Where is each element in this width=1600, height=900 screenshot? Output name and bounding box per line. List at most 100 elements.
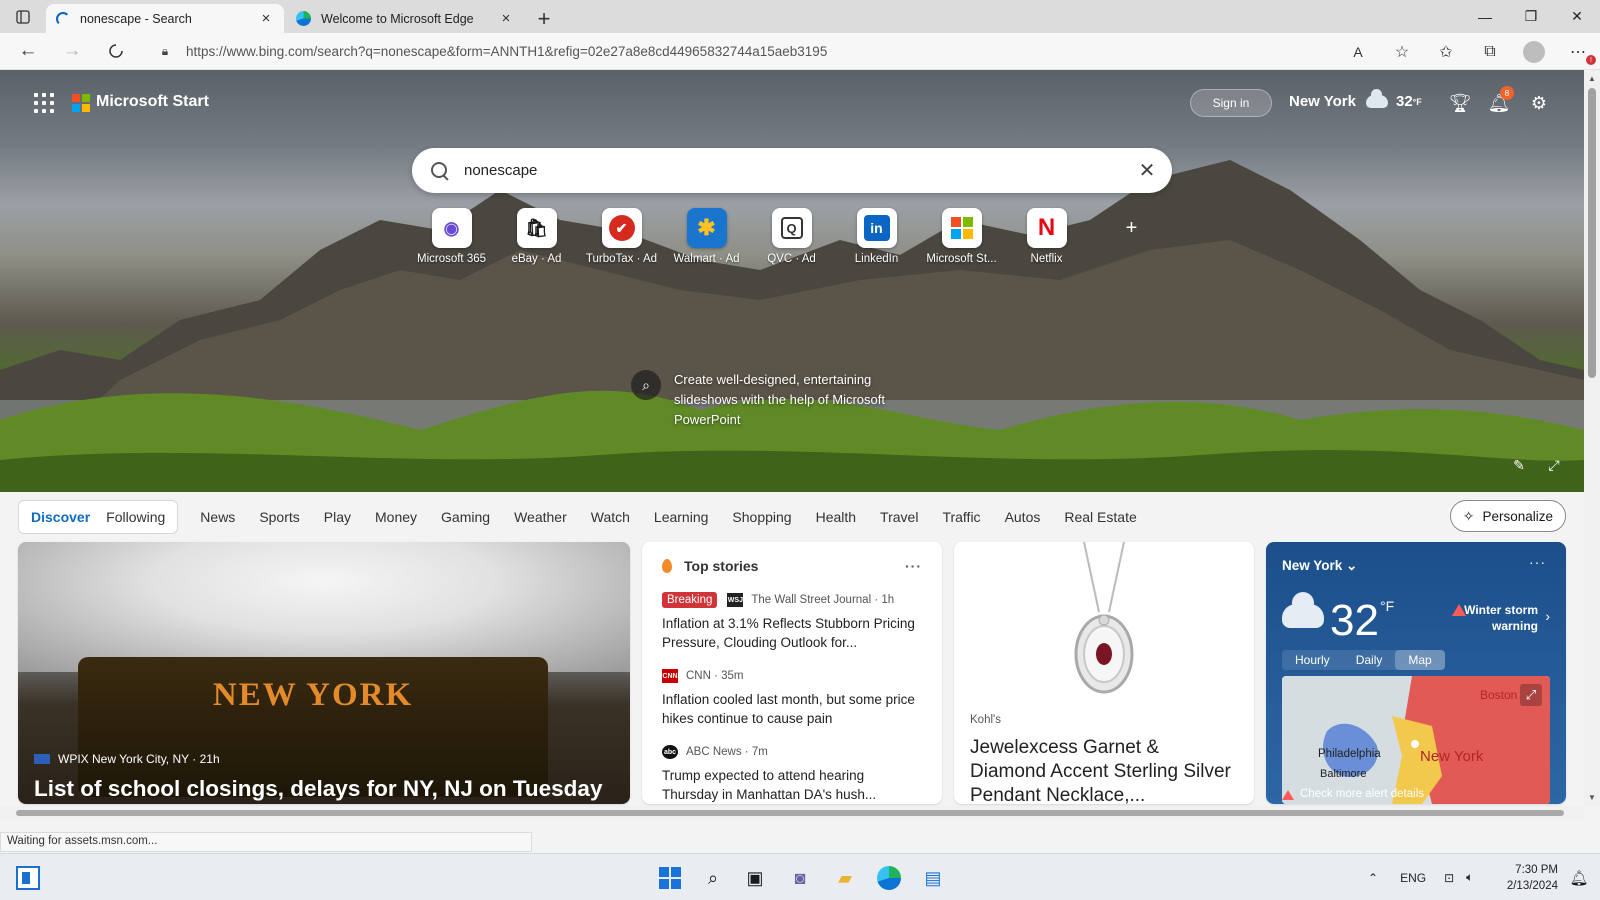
forward-button[interactable]: → bbox=[50, 33, 94, 70]
quicklink-linkedin[interactable]: in LinkedIn bbox=[834, 208, 919, 265]
nav-money[interactable]: Money bbox=[363, 509, 429, 525]
search-query[interactable]: nonescape bbox=[464, 162, 1122, 179]
network-icon[interactable]: ⊡ bbox=[1444, 871, 1454, 885]
settings-more-icon[interactable]: ⋯! bbox=[1556, 33, 1600, 70]
show-hidden-icons-chevron-icon[interactable]: ⌃ bbox=[1368, 871, 1378, 885]
edit-background-icon[interactable]: ✎ bbox=[1510, 456, 1528, 474]
nav-watch[interactable]: Watch bbox=[579, 509, 642, 525]
hero-news-card[interactable]: NEW YORK WPIX New York City, NY · 21h Li… bbox=[18, 542, 630, 804]
restore-button[interactable]: ❐ bbox=[1508, 0, 1554, 33]
minimize-button[interactable]: — bbox=[1462, 0, 1508, 33]
favorites-icon[interactable]: ✩ bbox=[1424, 33, 1468, 70]
close-window-button[interactable]: ✕ bbox=[1554, 0, 1600, 33]
personalize-button[interactable]: ✧ Personalize bbox=[1449, 500, 1566, 532]
teams-chat-icon[interactable]: ◙ bbox=[787, 865, 813, 891]
article-title[interactable]: List of school closings, delays for NY, … bbox=[34, 776, 602, 802]
widgets-icon[interactable] bbox=[16, 866, 40, 890]
story-title[interactable]: Inflation at 3.1% Reflects Stubborn Pric… bbox=[662, 614, 922, 652]
nav-shopping[interactable]: Shopping bbox=[720, 509, 803, 525]
horizontal-scrollbar[interactable] bbox=[0, 806, 1584, 820]
scrollbar-thumb[interactable] bbox=[1588, 88, 1596, 378]
tab-actions-button[interactable] bbox=[0, 0, 46, 33]
add-favorite-icon[interactable]: ☆ bbox=[1380, 33, 1424, 70]
close-tab-icon[interactable]: × bbox=[258, 10, 274, 27]
task-view-icon[interactable]: ▣ bbox=[742, 865, 768, 891]
url-text[interactable]: https://www.bing.com/search?q=nonescape&… bbox=[186, 44, 827, 59]
file-explorer-icon[interactable]: ▰ bbox=[832, 865, 858, 891]
quicklink-walmart[interactable]: ✱ Walmart · Ad bbox=[664, 208, 749, 265]
header-weather[interactable]: New York 32 °F bbox=[1289, 89, 1422, 110]
nav-travel[interactable]: Travel bbox=[868, 509, 930, 525]
tab-map[interactable]: Map bbox=[1395, 650, 1445, 670]
nav-health[interactable]: Health bbox=[804, 509, 868, 525]
add-quicklink-button[interactable]: + bbox=[1089, 208, 1174, 265]
tab-discover[interactable]: Discover bbox=[23, 501, 98, 533]
clear-search-icon[interactable]: ✕ bbox=[1122, 158, 1172, 183]
story-title[interactable]: Inflation cooled last month, but some pr… bbox=[662, 690, 922, 728]
nav-learning[interactable]: Learning bbox=[642, 509, 721, 525]
new-tab-button[interactable]: + bbox=[526, 4, 562, 33]
lock-icon[interactable]: 🔒︎ bbox=[150, 44, 180, 59]
tab-welcome[interactable]: Welcome to Microsoft Edge × bbox=[286, 4, 524, 33]
notification-center-icon[interactable]: 🔔︎ bbox=[1566, 865, 1592, 891]
scroll-down-icon[interactable]: ▼ bbox=[1588, 793, 1596, 802]
story-title[interactable]: Trump expected to attend hearing Thursda… bbox=[662, 766, 922, 804]
profile-avatar[interactable] bbox=[1523, 40, 1545, 63]
tab-following[interactable]: Following bbox=[98, 501, 173, 533]
weather-map[interactable]: Boston Philadelphia Baltimore New York ⤢ bbox=[1282, 676, 1550, 804]
scrollbar-thumb[interactable] bbox=[16, 810, 1564, 816]
nav-real-estate[interactable]: Real Estate bbox=[1052, 509, 1148, 525]
nav-traffic[interactable]: Traffic bbox=[930, 509, 992, 525]
expand-map-icon[interactable]: ⤢ bbox=[1520, 684, 1542, 706]
quicklink-turbotax[interactable]: ✔ TurboTax · Ad bbox=[579, 208, 664, 265]
back-button[interactable]: ← bbox=[6, 33, 50, 70]
collections-icon[interactable]: ⧉ bbox=[1468, 33, 1512, 70]
store-icon[interactable]: ▤ bbox=[920, 865, 946, 891]
quicklink-microsoft-365[interactable]: ◉ Microsoft 365 bbox=[409, 208, 494, 265]
weather-location-dropdown[interactable]: New York ⌄ bbox=[1282, 558, 1357, 574]
language-indicator[interactable]: ENG bbox=[1400, 871, 1426, 885]
nav-gaming[interactable]: Gaming bbox=[429, 509, 502, 525]
rewards-trophy-icon[interactable]: 🏆︎ bbox=[1448, 91, 1472, 115]
stop-button[interactable] bbox=[94, 33, 138, 70]
vertical-scrollbar[interactable]: ▲ ▼ bbox=[1584, 70, 1600, 806]
tab-search[interactable]: nonescape - Search × bbox=[46, 4, 284, 33]
nav-play[interactable]: Play bbox=[312, 509, 363, 525]
sign-in-button[interactable]: Sign in bbox=[1190, 89, 1272, 117]
story-item[interactable]: abc ABC News · 7m Trump expected to atte… bbox=[662, 742, 922, 804]
search-input[interactable]: nonescape ✕ bbox=[412, 148, 1172, 193]
tab-hourly[interactable]: Hourly bbox=[1282, 650, 1343, 670]
settings-gear-icon[interactable]: ⚙ bbox=[1527, 91, 1551, 115]
brand-title[interactable]: Microsoft Start bbox=[96, 93, 209, 111]
nav-weather[interactable]: Weather bbox=[502, 509, 579, 525]
quicklink-microsoft-store[interactable]: Microsoft St... bbox=[919, 208, 1004, 265]
url-field[interactable]: 🔒︎ https://www.bing.com/search?q=nonesca… bbox=[150, 37, 1398, 66]
close-tab-icon[interactable]: × bbox=[498, 10, 514, 27]
winter-storm-alert[interactable]: Winter storm warning bbox=[1428, 602, 1538, 634]
nav-news[interactable]: News bbox=[188, 509, 247, 525]
read-aloud-icon[interactable]: A bbox=[1336, 33, 1380, 70]
promo-text[interactable]: Create well-designed, entertaining slide… bbox=[674, 370, 914, 430]
app-launcher-icon[interactable] bbox=[34, 93, 54, 113]
more-options-icon[interactable]: ··· bbox=[1529, 554, 1546, 570]
check-alert-link[interactable]: Check more alert details bbox=[1300, 788, 1424, 800]
tab-daily[interactable]: Daily bbox=[1343, 650, 1396, 670]
clock[interactable]: 7:30 PM 2/13/2024 bbox=[1507, 862, 1558, 894]
expand-background-icon[interactable]: ⤢ bbox=[1545, 456, 1563, 474]
nav-autos[interactable]: Autos bbox=[993, 509, 1053, 525]
start-windows-icon[interactable] bbox=[657, 865, 683, 891]
product-title[interactable]: Jewelexcess Garnet & Diamond Accent Ster… bbox=[970, 736, 1240, 804]
volume-icon[interactable]: 🔈︎ bbox=[1466, 870, 1473, 885]
more-options-icon[interactable]: ··· bbox=[905, 558, 922, 574]
edge-taskbar-icon[interactable] bbox=[876, 865, 902, 891]
scroll-up-icon[interactable]: ▲ bbox=[1588, 74, 1596, 83]
story-item[interactable]: Breaking WSJ The Wall Street Journal · 1… bbox=[662, 590, 922, 652]
nav-sports[interactable]: Sports bbox=[247, 509, 311, 525]
chevron-right-icon[interactable]: › bbox=[1545, 608, 1550, 624]
quicklink-qvc[interactable]: Q QVC · Ad bbox=[749, 208, 834, 265]
product-ad-card[interactable]: Kohl's Jewelexcess Garnet & Diamond Acce… bbox=[954, 542, 1254, 804]
promo-banner[interactable]: ⌕ Create well-designed, entertaining sli… bbox=[631, 370, 914, 430]
quicklink-netflix[interactable]: N Netflix bbox=[1004, 208, 1089, 265]
story-item[interactable]: CNN CNN · 35m Inflation cooled last mont… bbox=[662, 666, 922, 728]
quicklink-ebay[interactable]: 🛍 eBay · Ad bbox=[494, 208, 579, 265]
